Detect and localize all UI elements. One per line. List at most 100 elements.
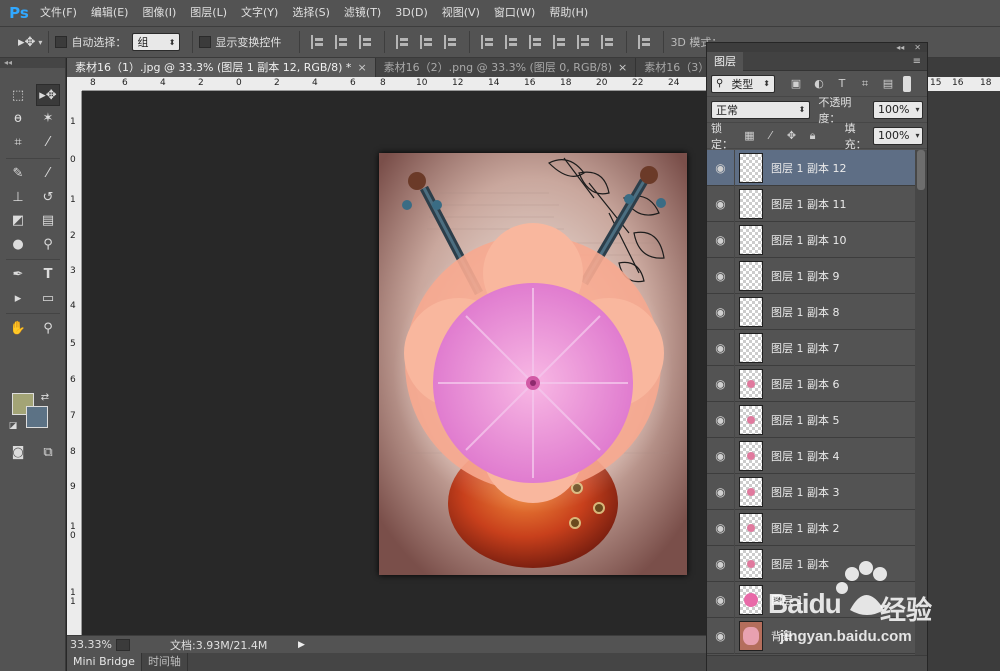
layers-scrollbar[interactable] <box>915 150 927 655</box>
blend-mode-dropdown[interactable]: 正常 ⬍ <box>711 100 811 119</box>
healing-brush-tool-icon[interactable]: ✎ <box>6 162 30 184</box>
visibility-eye-icon[interactable]: ◉ <box>707 473 735 510</box>
layer-thumbnail[interactable] <box>739 512 763 543</box>
ruler-corner[interactable] <box>67 77 82 91</box>
align-right-icon[interactable] <box>444 35 458 49</box>
collapse-arrows-icon[interactable]: ◂◂ <box>0 58 65 68</box>
layer-thumbnail[interactable] <box>739 440 763 471</box>
visibility-eye-icon[interactable]: ◉ <box>707 149 735 186</box>
visibility-eye-icon[interactable]: ◉ <box>707 365 735 402</box>
distribute-hcenter-icon[interactable] <box>577 35 591 49</box>
lock-position-icon[interactable]: ✥ <box>786 129 798 143</box>
ruler-left[interactable]: 1 0 1 2 3 4 5 6 7 8 9 1 0 1 1 <box>67 91 82 635</box>
layer-thumbnail[interactable] <box>739 404 763 435</box>
status-info-icon[interactable] <box>116 638 130 651</box>
distribute-bottom-icon[interactable] <box>529 35 543 49</box>
layer-thumbnail[interactable] <box>739 152 763 183</box>
menu-edit[interactable]: 编辑(E) <box>84 0 136 26</box>
tab-layers[interactable]: 图层 <box>707 51 743 71</box>
layer-thumbnail[interactable] <box>739 224 763 255</box>
menu-view[interactable]: 视图(V) <box>435 0 487 26</box>
close-icon[interactable]: × <box>357 61 366 74</box>
ruler-top[interactable]: 8 6 4 2 0 2 4 6 8 10 12 14 16 18 20 22 2… <box>82 77 707 91</box>
fill-input[interactable]: 100% ▾ <box>873 126 923 145</box>
tab-timeline[interactable]: 时间轴 <box>142 653 188 671</box>
align-top-icon[interactable] <box>311 35 325 49</box>
align-hcenter-icon[interactable] <box>420 35 434 49</box>
auto-select-checkbox[interactable] <box>55 36 68 48</box>
lock-image-icon[interactable]: ⁄ <box>764 129 776 143</box>
layer-thumbnail[interactable] <box>739 620 763 651</box>
close-icon[interactable]: × <box>618 61 627 74</box>
align-left-icon[interactable] <box>396 35 410 49</box>
filter-adjustment-icon[interactable]: ◐ <box>812 77 826 91</box>
ruler-top-right[interactable]: 15 16 18 <box>926 77 1000 91</box>
layer-row[interactable]: ◉ 图层 1 副本 7 <box>707 329 915 366</box>
distribute-vcenter-icon[interactable] <box>505 35 519 49</box>
visibility-eye-icon[interactable]: ◉ <box>707 221 735 258</box>
show-transform-checkbox[interactable] <box>199 36 212 48</box>
eraser-tool-icon[interactable]: ◩ <box>6 209 30 231</box>
magic-wand-tool-icon[interactable]: ✶ <box>36 107 60 129</box>
crop-tool-icon[interactable]: ⌗ <box>6 131 30 153</box>
visibility-eye-icon[interactable]: ◉ <box>707 545 735 582</box>
type-tool-icon[interactable]: T <box>36 263 60 285</box>
menu-image[interactable]: 图像(I) <box>135 0 183 26</box>
auto-align-icon[interactable] <box>638 35 652 49</box>
brush-tool-icon[interactable]: ⁄ <box>36 162 60 184</box>
menu-type[interactable]: 文字(Y) <box>234 0 285 26</box>
visibility-eye-icon[interactable]: ◉ <box>707 401 735 438</box>
distribute-right-icon[interactable] <box>601 35 615 49</box>
collapse-icon[interactable]: ◂◂ <box>896 43 904 52</box>
distribute-left-icon[interactable] <box>553 35 567 49</box>
opacity-input[interactable]: 100% ▾ <box>873 100 923 119</box>
lock-all-icon[interactable]: 🔒︎ <box>807 129 819 143</box>
filter-shape-icon[interactable]: ⌗ <box>858 77 872 91</box>
layer-row[interactable]: ◉ 图层 1 副本 9 <box>707 257 915 294</box>
layer-row[interactable]: ◉ 图层 1 副本 4 <box>707 437 915 474</box>
rectangle-tool-icon[interactable]: ▭ <box>36 287 60 309</box>
layer-thumbnail[interactable] <box>739 476 763 507</box>
layer-thumbnail[interactable] <box>739 584 763 615</box>
gradient-tool-icon[interactable]: ▤ <box>36 209 60 231</box>
artwork-image[interactable] <box>379 153 687 575</box>
visibility-eye-icon[interactable]: ◉ <box>707 329 735 366</box>
layer-thumbnail[interactable] <box>739 296 763 327</box>
menu-window[interactable]: 窗口(W) <box>487 0 542 26</box>
layer-row[interactable]: ◉ 图层 1 副本 5 <box>707 401 915 438</box>
visibility-eye-icon[interactable]: ◉ <box>707 509 735 546</box>
close-icon[interactable]: ✕ <box>914 43 921 52</box>
layer-thumbnail[interactable] <box>739 260 763 291</box>
layer-row[interactable]: ◉ 图层 1 副本 <box>707 545 915 582</box>
layer-filter-dropdown[interactable]: ⚲ 类型 ⬍ <box>711 74 775 93</box>
default-colors-icon[interactable]: ◪ <box>6 419 20 433</box>
distribute-top-icon[interactable] <box>481 35 495 49</box>
filter-toggle[interactable] <box>903 75 911 92</box>
doc-tab-2[interactable]: 素材16（2）.png @ 33.3% (图层 0, RGB/8) × <box>375 58 637 77</box>
layer-row[interactable]: ◉ 图层 1 副本 8 <box>707 293 915 330</box>
dodge-tool-icon[interactable]: ⚲ <box>36 233 60 255</box>
chevron-down-icon[interactable]: ▾ <box>38 38 42 47</box>
path-selection-tool-icon[interactable]: ▸ <box>6 287 30 309</box>
lasso-tool-icon[interactable]: ɵ <box>6 107 30 129</box>
align-bottom-icon[interactable] <box>359 35 373 49</box>
layer-row[interactable]: ◉ 图层 1 副本 12 <box>707 149 915 186</box>
menu-layer[interactable]: 图层(L) <box>183 0 234 26</box>
layer-thumbnail[interactable] <box>739 188 763 219</box>
visibility-eye-icon[interactable]: ◉ <box>707 581 735 618</box>
history-brush-tool-icon[interactable]: ↺ <box>36 186 60 208</box>
layer-thumbnail[interactable] <box>739 368 763 399</box>
visibility-eye-icon[interactable]: ◉ <box>707 437 735 474</box>
align-vcenter-icon[interactable] <box>335 35 349 49</box>
layer-row[interactable]: ◉ 图层 1 <box>707 581 915 618</box>
layer-thumbnail[interactable] <box>739 548 763 579</box>
background-color-swatch[interactable] <box>26 406 48 428</box>
layer-row[interactable]: ◉ 背景 <box>707 617 915 654</box>
auto-select-dropdown[interactable]: 组 ⬍ <box>132 33 181 51</box>
marquee-tool-icon[interactable]: ⬚ <box>6 84 30 106</box>
swap-colors-icon[interactable]: ⇄ <box>38 390 52 404</box>
filter-type-icon[interactable]: T <box>835 77 849 91</box>
screen-mode-icon[interactable]: ⧉ <box>36 441 60 463</box>
eyedropper-tool-icon[interactable]: ⁄ <box>36 131 60 153</box>
visibility-eye-icon[interactable]: ◉ <box>707 617 735 654</box>
